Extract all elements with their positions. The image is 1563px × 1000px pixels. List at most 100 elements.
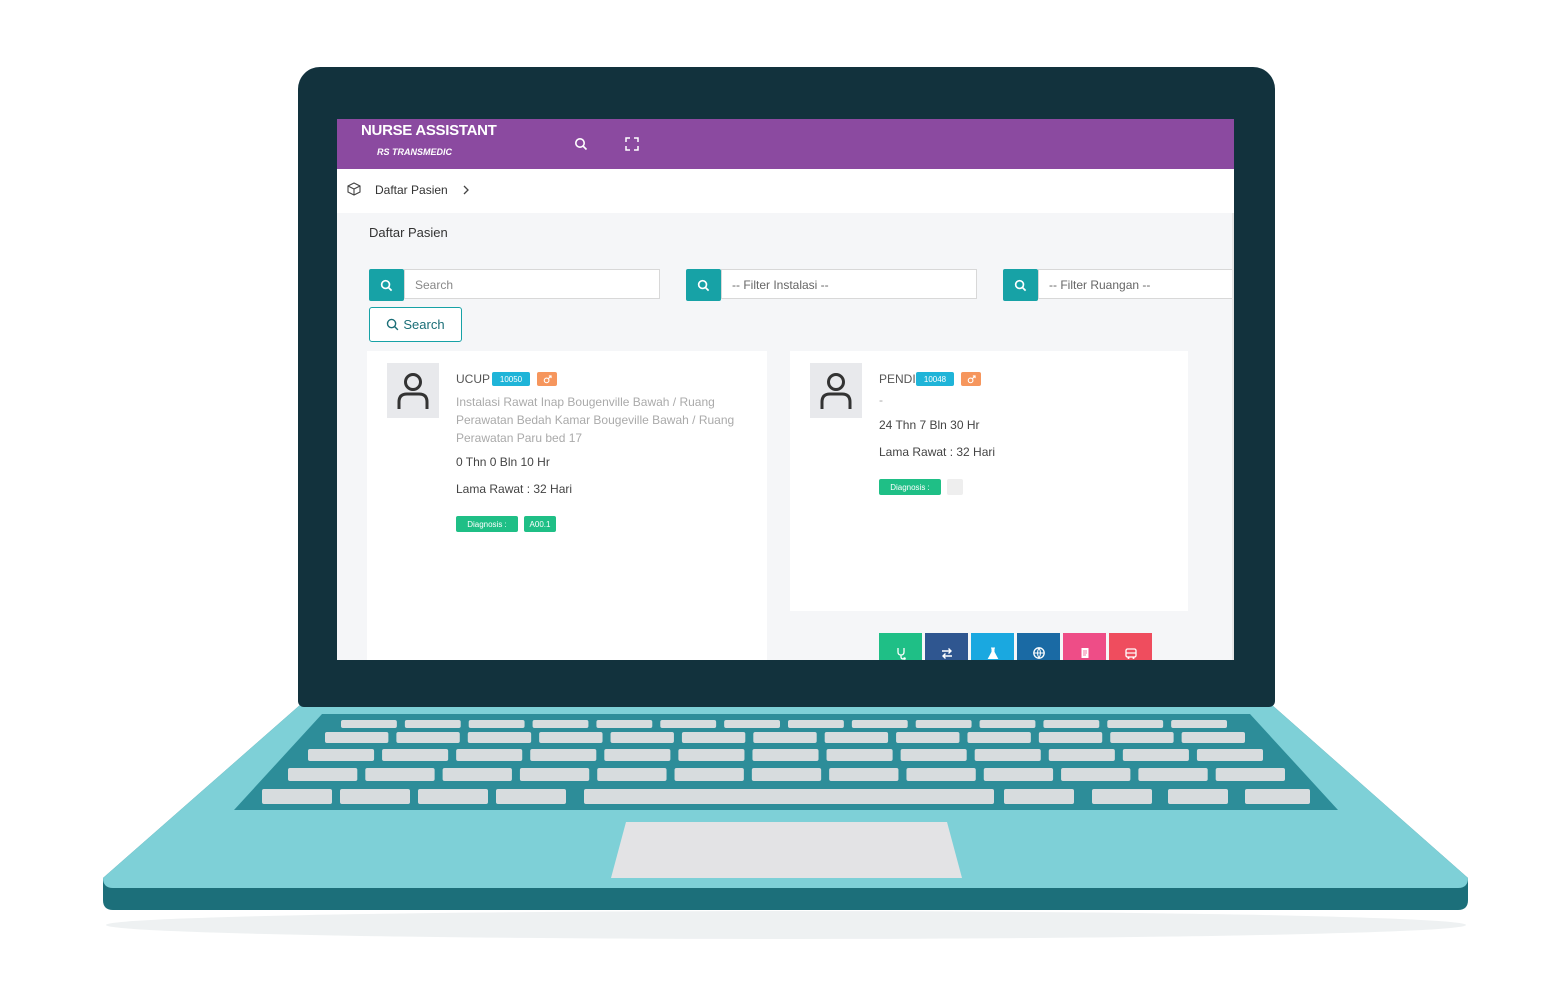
- scrollbar[interactable]: [1232, 213, 1234, 660]
- patient-location: Instalasi Rawat Inap Bougenville Bawah /…: [456, 395, 735, 445]
- keyboard-key: [365, 768, 435, 781]
- keyboard-key: [674, 768, 744, 781]
- lab-flask-button[interactable]: [971, 633, 1014, 660]
- patient-stay: Lama Rawat : 32 Hari: [456, 482, 573, 496]
- patient-card[interactable]: PENDI 10048 - 24 Thn 7 Bln 30 Hr Lama Ra…: [790, 351, 1188, 660]
- transfer-icon: [941, 648, 952, 659]
- search-input[interactable]: Search: [404, 269, 660, 299]
- keyboard-key: [530, 749, 597, 761]
- filter-ruangan-group: -- Filter Ruangan --: [1003, 269, 1234, 301]
- keyboard-key: [288, 768, 358, 781]
- breadcrumb-item[interactable]: Daftar Pasien: [375, 183, 448, 197]
- document-button[interactable]: [1063, 633, 1106, 660]
- keyboard-key: [896, 732, 960, 743]
- ambulance-icon: [1124, 648, 1137, 659]
- keyboard-key: [967, 732, 1031, 743]
- ambulance-button[interactable]: [1109, 633, 1152, 660]
- keyboard-key: [829, 768, 899, 781]
- patient-name: UCUP: [456, 372, 491, 386]
- filter-instalasi-group: -- Filter Instalasi --: [686, 269, 978, 301]
- search-icon[interactable]: [571, 134, 591, 154]
- patient-name: PENDI: [879, 372, 916, 386]
- search-button-label: Search: [403, 317, 445, 332]
- keyboard-key: [724, 720, 780, 728]
- keyboard-key: [979, 720, 1036, 728]
- globe-button[interactable]: [1017, 633, 1060, 660]
- diagnosis-code-badge: [947, 479, 963, 495]
- diagnosis-code-badge: A00.1: [524, 516, 556, 532]
- patient-stay: Lama Rawat : 32 Hari: [879, 445, 996, 459]
- keyboard-key: [519, 768, 590, 781]
- keyboard-key: [751, 768, 822, 781]
- keyboard-key: [604, 749, 671, 761]
- search-icon: [387, 318, 399, 331]
- keyboard-key: [1122, 749, 1189, 761]
- search-icon-button[interactable]: [369, 269, 404, 301]
- keyboard-key: [826, 749, 893, 761]
- patient-id-badge: 10050: [492, 372, 530, 386]
- keyboard-key: [456, 749, 523, 761]
- search-icon-button[interactable]: [1003, 269, 1038, 301]
- patient-card[interactable]: UCUP 10050 Instalasi Rawat Inap Bougenvi…: [367, 351, 767, 660]
- keyboard-key: [584, 789, 994, 804]
- keyboard-key: [496, 789, 566, 804]
- keyboard-key: [1215, 768, 1285, 781]
- fullscreen-icon[interactable]: [622, 134, 642, 154]
- keyboard-key: [1092, 789, 1152, 804]
- search-button[interactable]: Search: [369, 307, 462, 342]
- patient-location: -: [879, 393, 883, 407]
- transfer-button[interactable]: [925, 633, 968, 660]
- keyboard-key: [983, 768, 1054, 781]
- filter-ruangan-select[interactable]: -- Filter Ruangan --: [1038, 269, 1234, 299]
- avatar: [387, 363, 439, 418]
- keyboard-key: [1171, 720, 1227, 728]
- keyboard-key: [340, 789, 410, 804]
- top-header: NURSE ASSISTANT RS TRANSMEDIC: [337, 119, 1234, 169]
- keyboard-key: [915, 720, 972, 728]
- app-screen: NURSE ASSISTANT RS TRANSMEDIC Daftar Pas…: [337, 119, 1234, 660]
- keyboard-key: [1138, 768, 1208, 781]
- male-icon: [537, 372, 557, 386]
- keyboard-key: [468, 720, 525, 728]
- keyboard-key: [974, 749, 1041, 761]
- app-subtitle: RS TRANSMEDIC: [377, 147, 453, 157]
- keyboard-key: [442, 768, 512, 781]
- search-icon-button[interactable]: [686, 269, 721, 301]
- keyboard-key: [325, 732, 389, 743]
- keyboard-key: [660, 720, 717, 728]
- keyboard-key: [824, 732, 889, 743]
- keyboard-key: [308, 749, 375, 761]
- keyboard-key: [1061, 768, 1131, 781]
- avatar: [810, 363, 862, 418]
- male-icon: [961, 372, 981, 386]
- keyboard-key: [900, 749, 967, 761]
- keyboard-key: [532, 720, 589, 728]
- patient-age: 24 Thn 7 Bln 30 Hr: [879, 418, 980, 432]
- keyboard-key: [752, 749, 819, 761]
- keyboard-key: [396, 732, 460, 743]
- stethoscope-button[interactable]: [879, 633, 922, 660]
- keyboard-key: [1196, 749, 1263, 761]
- keyboard-key: [753, 732, 817, 743]
- stethoscope-icon: [896, 648, 906, 660]
- keyboard-key: [382, 749, 449, 761]
- keyboard-key: [1038, 732, 1103, 743]
- keyboard-key: [678, 749, 745, 761]
- document-icon: [1081, 648, 1088, 658]
- keyboard-key: [404, 720, 461, 728]
- keyboard-key: [681, 732, 746, 743]
- keyboard-key: [1004, 789, 1074, 804]
- keyboard-key: [851, 720, 908, 728]
- chevron-right-icon: [461, 183, 471, 201]
- patient-age: 0 Thn 0 Bln 10 Hr: [456, 455, 550, 469]
- keyboard-key: [1245, 789, 1310, 804]
- keyboard-key: [597, 768, 667, 781]
- user-icon: [820, 372, 852, 409]
- filter-instalasi-select[interactable]: -- Filter Instalasi --: [721, 269, 977, 299]
- keyboard-key: [539, 732, 603, 743]
- keyboard-key: [906, 768, 976, 781]
- app-title: NURSE ASSISTANT: [361, 122, 497, 139]
- keyboard-key: [788, 720, 844, 728]
- keyboard-key: [1110, 732, 1174, 743]
- page-title: Daftar Pasien: [369, 225, 448, 240]
